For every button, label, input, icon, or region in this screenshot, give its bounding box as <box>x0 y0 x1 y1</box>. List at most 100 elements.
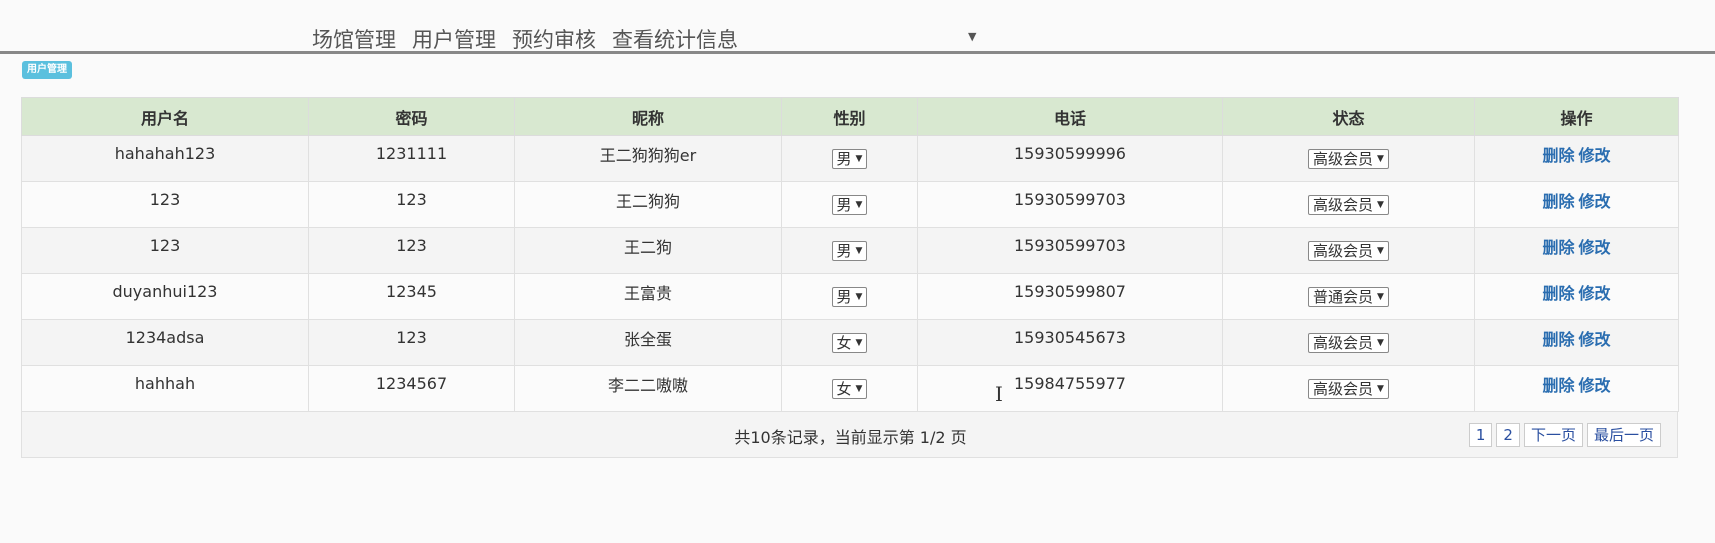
row-actions: 删除 修改 <box>1540 238 1612 257</box>
chevron-down-icon: ▼ <box>855 199 863 210</box>
status-value: 高级会员 <box>1313 241 1374 260</box>
status-select[interactable]: 高级会员 ▼ <box>1308 148 1389 169</box>
table-row: 1234adsa 123 张全蛋 女 ▼ 15930545673 高级会员 ▼ 删除 修改 <box>21 319 1679 366</box>
status-select[interactable]: 高级会员 ▼ <box>1308 194 1389 215</box>
cell-password: 1231111 <box>308 135 515 182</box>
edit-link[interactable]: 修改 <box>1579 376 1611 395</box>
header-gender: 性别 <box>781 97 918 136</box>
cell-nickname: 王二狗狗狗er <box>514 135 782 182</box>
cell-status: 高级会员 ▼ <box>1222 227 1475 274</box>
cell-username: hahahah123 <box>21 135 309 182</box>
phone-text: 15930599703 <box>1014 236 1126 255</box>
row-actions: 删除 修改 <box>1540 192 1612 211</box>
status-value: 高级会员 <box>1313 195 1374 214</box>
delete-link[interactable]: 删除 <box>1542 330 1574 349</box>
table-row: hahahah123 1231111 王二狗狗狗er 男 ▼ 15930599996 高级会… <box>21 135 1679 182</box>
gender-value: 女 <box>836 379 852 398</box>
table-footer: 共10条记录，当前显示第 1/2 页 1 2 下一页 最后一页 <box>21 412 1678 458</box>
edit-link[interactable]: 修改 <box>1579 192 1611 211</box>
row-actions: 删除 修改 <box>1540 146 1612 165</box>
phone-text: 15930599703 <box>1014 190 1126 209</box>
gender-select[interactable]: 男 ▼ <box>831 148 868 169</box>
cell-nickname: 王富贵 <box>514 273 782 320</box>
delete-link[interactable]: 删除 <box>1542 192 1574 211</box>
nav-item-statistics[interactable]: 查看统计信息 <box>612 24 738 54</box>
cell-password: 123 <box>308 227 515 274</box>
section-badge: 用户管理 <box>22 61 72 79</box>
password-text: 1234567 <box>375 374 448 393</box>
cell-password: 12345 <box>308 273 515 320</box>
status-value: 高级会员 <box>1313 379 1374 398</box>
page-2-link[interactable]: 2 <box>1496 423 1520 447</box>
row-actions: 删除 修改 <box>1540 376 1612 395</box>
status-select[interactable]: 高级会员 ▼ <box>1308 332 1389 353</box>
phone-text: 15984755977 <box>1014 374 1126 393</box>
edit-link[interactable]: 修改 <box>1579 146 1611 165</box>
edit-link[interactable]: 修改 <box>1579 330 1611 349</box>
cell-status: 高级会员 ▼ <box>1222 135 1475 182</box>
status-select[interactable]: 高级会员 ▼ <box>1308 240 1389 261</box>
nav-item-venue-management[interactable]: 场馆管理 <box>312 24 396 54</box>
cell-phone: 15930545673 <box>917 319 1223 366</box>
gender-value: 女 <box>836 333 852 352</box>
page-1-link[interactable]: 1 <box>1468 423 1493 447</box>
nickname-text: 王二狗狗狗er <box>599 145 697 165</box>
cell-actions: 删除 修改 <box>1474 319 1679 366</box>
cell-status: 高级会员 ▼ <box>1222 181 1475 228</box>
phone-text: 15930545673 <box>1014 328 1126 347</box>
gender-select[interactable]: 男 ▼ <box>831 194 868 215</box>
nickname-text: 王二狗狗 <box>615 191 680 211</box>
next-page-link[interactable]: 下一页 <box>1523 423 1583 447</box>
text-cursor-icon: I <box>995 382 1003 406</box>
password-text: 1231111 <box>375 144 448 163</box>
chevron-down-icon: ▼ <box>1377 383 1384 394</box>
table-body: hahahah123 1231111 王二狗狗狗er 男 ▼ 15930599996 高级会… <box>21 135 1679 412</box>
pagination-info: 共10条记录，当前显示第 1/2 页 <box>734 428 967 447</box>
table-row: 123 123 王二狗狗男 ▼ 15930599703 高级会员 ▼ 删除 修改 <box>21 181 1679 228</box>
delete-link[interactable]: 删除 <box>1542 284 1574 303</box>
delete-link[interactable]: 删除 <box>1542 238 1574 257</box>
cell-actions: 删除 修改 <box>1474 135 1679 182</box>
status-select[interactable]: 高级会员 ▼ <box>1308 378 1389 399</box>
username-text: 123 <box>149 190 181 209</box>
gender-select[interactable]: 男 ▼ <box>831 286 868 307</box>
chevron-down-icon[interactable]: ▼ <box>968 30 976 43</box>
nav-item-user-management[interactable]: 用户管理 <box>412 24 496 54</box>
gender-select[interactable]: 女 ▼ <box>831 332 868 353</box>
cell-username: hahhah <box>21 365 309 412</box>
phone-text: 15930599807 <box>1014 282 1126 301</box>
gender-value: 男 <box>836 287 852 306</box>
last-page-link[interactable]: 最后一页 <box>1586 423 1661 447</box>
cell-password: 123 <box>308 181 515 228</box>
cell-phone: 15930599807 <box>917 273 1223 320</box>
phone-text: 15930599996 <box>1014 144 1126 163</box>
status-value: 普通会员 <box>1313 287 1374 306</box>
gender-select[interactable]: 男 ▼ <box>831 240 868 261</box>
header-username: 用户名 <box>21 97 309 136</box>
nickname-text: 王二狗 <box>623 237 672 257</box>
gender-select[interactable]: 女 ▼ <box>831 378 868 399</box>
delete-link[interactable]: 删除 <box>1542 146 1574 165</box>
chevron-down-icon: ▼ <box>1377 199 1384 210</box>
username-text: hahhah <box>134 374 196 393</box>
edit-link[interactable]: 修改 <box>1579 284 1611 303</box>
cell-nickname: 张全蛋 <box>514 319 782 366</box>
password-text: 123 <box>396 328 427 347</box>
status-select[interactable]: 普通会员 ▼ <box>1308 286 1389 307</box>
nickname-text: 张全蛋 <box>623 329 672 349</box>
nickname-text: 王富贵 <box>623 283 672 303</box>
header-phone: 电话 <box>917 97 1223 136</box>
chevron-down-icon: ▼ <box>1377 153 1384 164</box>
delete-link[interactable]: 删除 <box>1542 376 1574 395</box>
gender-value: 男 <box>836 149 852 168</box>
nav-item-booking-review[interactable]: 预约审核 <box>512 24 596 54</box>
pagination: 1 2 下一页 最后一页 <box>1468 423 1661 447</box>
cell-username: 1234adsa <box>21 319 309 366</box>
nickname-text: 李二二嗷嗷 <box>607 375 688 395</box>
gender-value: 男 <box>836 241 852 260</box>
edit-link[interactable]: 修改 <box>1579 238 1611 257</box>
username-text: hahahah123 <box>114 144 216 163</box>
table-row: duyanhui123 12345 王富贵男 ▼ 15930599807 普通会员 ▼ 删除修… <box>21 273 1679 320</box>
cell-username: 123 <box>21 227 309 274</box>
cell-gender: 女 ▼ <box>781 319 918 366</box>
